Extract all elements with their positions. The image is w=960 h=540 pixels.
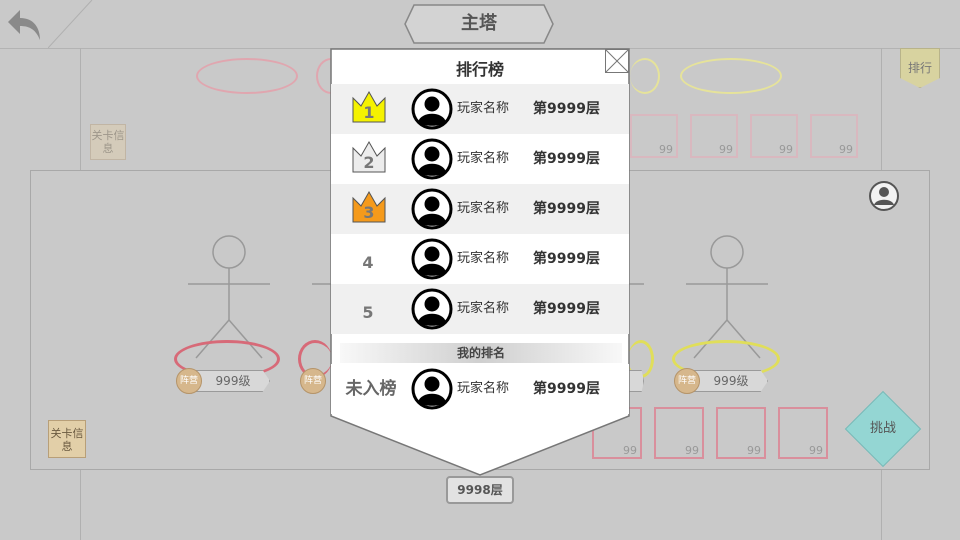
player-name: 玩家名称 [457,151,510,166]
leaderboard-row[interactable]: 2 玩家名称 第9999层 [331,134,629,184]
rank-number: 1 [363,103,375,122]
player-floor: 第9999层 [533,151,600,167]
my-rank-row: 未入榜 玩家名称 第9999层 [331,364,629,414]
stage-info-button[interactable]: 关卡信息 [48,420,86,458]
slot-count: 99 [839,143,853,156]
player-name: 玩家名称 [457,381,510,396]
player-name: 玩家名称 [457,301,510,316]
rank-status: 未入榜 [345,379,397,399]
level-badge: 999级 [694,370,768,392]
slot-count: 99 [747,444,761,457]
player-name: 玩家名称 [457,101,510,116]
close-icon [605,49,629,73]
item-slot[interactable]: 99 [778,407,828,459]
avatar-icon [411,188,453,230]
item-slot[interactable]: 99 [810,114,858,158]
slot-count: 99 [685,444,699,457]
slot-count: 99 [719,143,733,156]
formation-ring [630,58,660,94]
slot-count: 99 [659,143,673,156]
faction-badge: 阵营 [176,368,202,394]
player-floor: 第9999层 [533,201,600,217]
item-slot[interactable]: 99 [716,407,766,459]
player-floor: 第9999层 [533,251,600,267]
page-title: 主塔 [461,13,497,34]
slot-count: 99 [809,444,823,457]
avatar-icon [411,368,453,410]
formation-ring [196,58,298,94]
close-button[interactable] [605,49,629,73]
item-slot[interactable]: 99 [690,114,738,158]
player-floor: 第9999层 [533,381,600,397]
item-slot[interactable]: 99 [750,114,798,158]
avatar-icon [411,138,453,180]
faction-badge: 阵营 [674,368,700,394]
rank-number: 2 [363,153,375,172]
stage-info-button[interactable]: 关卡信息 [90,124,126,160]
rank-tab[interactable]: 排行 [900,48,940,88]
item-slot[interactable]: 99 [654,407,704,459]
leaderboard-row[interactable]: 1 玩家名称 第9999层 [331,84,629,134]
leaderboard-row[interactable]: 5 玩家名称 第9999层 [331,284,629,334]
player-name: 玩家名称 [457,251,510,266]
leaderboard-title: 排行榜 [455,60,504,79]
back-arrow-icon[interactable] [6,6,46,44]
formation-ring [680,58,782,94]
avatar-icon [411,238,453,280]
header-divider [48,0,93,48]
current-floor-button[interactable]: 9998层 [446,476,514,504]
player-floor: 第9999层 [533,101,600,117]
leaderboard-row[interactable]: 4 玩家名称 第9999层 [331,234,629,284]
avatar-icon [411,288,453,330]
my-rank-label: 我的排名 [340,343,622,363]
player-name: 玩家名称 [457,201,510,216]
rank-number: 3 [363,203,375,222]
leaderboard-row[interactable]: 3 玩家名称 第9999层 [331,184,629,234]
avatar-icon [411,88,453,130]
player-floor: 第9999层 [533,301,600,317]
item-slot[interactable]: 99 [630,114,678,158]
rank-number: 4 [362,253,374,272]
user-icon[interactable] [868,180,900,212]
slot-count: 99 [779,143,793,156]
challenge-label: 挑战 [869,421,896,436]
level-badge: 999级 [196,370,270,392]
rank-number: 5 [362,303,374,322]
faction-badge: 阵营 [300,368,326,394]
